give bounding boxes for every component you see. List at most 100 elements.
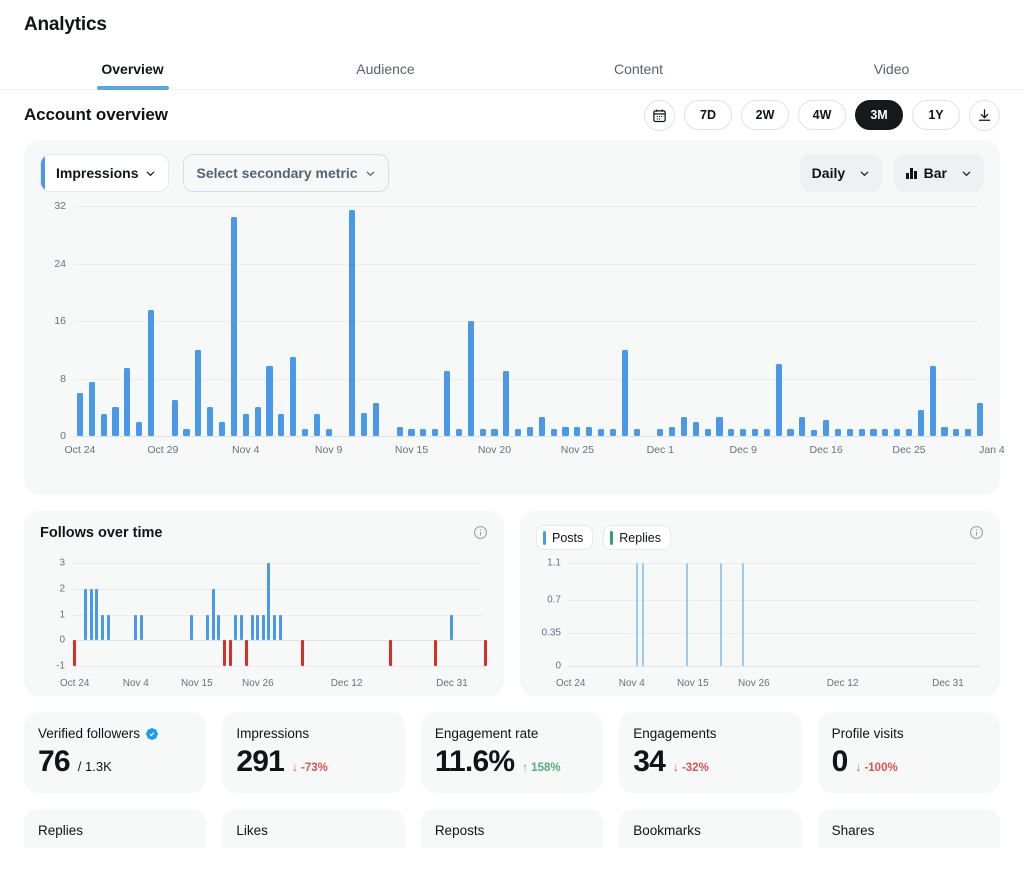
bar — [953, 428, 960, 436]
primary-metric-label: Impressions — [56, 165, 139, 181]
bar — [325, 428, 332, 436]
bar — [261, 614, 265, 641]
bar — [846, 428, 853, 436]
metric-label-text: Engagement rate — [434, 726, 539, 741]
y-axis-tick: 0 — [60, 430, 66, 442]
range-4w-button[interactable]: 4W — [798, 100, 846, 130]
bar — [300, 640, 304, 666]
x-axis-tick: Nov 15 — [676, 678, 709, 689]
metric-label-text: Impressions — [236, 726, 310, 741]
x-axis-tick: Nov 26 — [241, 678, 274, 689]
metric-card-label: Reposts — [435, 823, 589, 838]
x-axis-tick: Oct 24 — [64, 444, 96, 456]
tab-video[interactable]: Video — [765, 42, 1018, 90]
bar-series — [74, 206, 984, 436]
bar — [278, 614, 282, 641]
bar — [234, 614, 238, 641]
bar — [389, 640, 393, 666]
bar — [112, 407, 119, 436]
legend-swatch — [610, 530, 614, 545]
x-axis-tick: Nov 15 — [180, 678, 213, 689]
bar — [228, 640, 232, 666]
metric-card[interactable]: Shares — [817, 809, 1000, 848]
range-7d-button[interactable]: 7D — [684, 100, 732, 130]
bar — [515, 428, 522, 436]
calendar-icon[interactable] — [644, 99, 675, 131]
bar — [361, 413, 368, 436]
bar — [483, 640, 487, 666]
bar — [680, 417, 688, 436]
date-range-group: 7D 2W 4W 3M 1Y — [644, 99, 1000, 131]
info-icon[interactable] — [473, 525, 488, 545]
bar — [267, 563, 271, 641]
bar — [189, 614, 193, 641]
legend-label: Posts — [552, 530, 584, 545]
bar — [811, 429, 818, 436]
range-3m-button[interactable]: 3M — [855, 100, 903, 130]
metric-card-label: Likes — [236, 823, 390, 838]
metric-card-label: Verified followers — [38, 726, 192, 741]
gridline — [74, 436, 978, 437]
bar — [479, 428, 486, 436]
bar — [420, 428, 427, 436]
x-axis-tick: Dec 12 — [826, 678, 859, 689]
metric-card[interactable]: Bookmarks — [619, 809, 802, 848]
bar — [266, 365, 273, 436]
metric-card-label: Impressions — [236, 726, 390, 741]
metric-card[interactable]: Profile visits 0 ↓ -100% — [817, 712, 1001, 793]
granularity-label: Daily — [811, 165, 846, 181]
metric-card-delta: ↓ -100% — [855, 762, 898, 774]
metric-card-value-row: 34 ↓ -32% — [633, 747, 787, 777]
bar — [633, 428, 640, 436]
legend-posts[interactable]: Posts — [536, 525, 594, 550]
analytics-page: Analytics Overview Audience Content Video A… — [0, 0, 1024, 874]
metric-card[interactable]: Engagements 34 ↓ -32% — [619, 712, 802, 793]
metric-card-value: 291 — [236, 745, 285, 778]
metric-card[interactable]: Impressions 291 ↓ -73% — [222, 712, 405, 793]
tab-content[interactable]: Content — [512, 42, 765, 90]
metric-card[interactable]: Replies — [24, 809, 207, 848]
gridline — [72, 563, 484, 564]
legend-replies[interactable]: Replies — [603, 525, 671, 550]
download-icon[interactable] — [969, 99, 1000, 131]
impressions-plot: 0 8 16 24 32 Oct 24 Oct 29 Nov 4 Nov 9 Nov 15 Nov… — [40, 198, 1004, 468]
x-axis-tick: Nov 26 — [737, 678, 770, 689]
metric-card[interactable]: Likes — [222, 809, 405, 848]
metric-card[interactable]: Engagement rate 11.6% ↑ 158% — [420, 712, 604, 793]
metric-card[interactable]: Reposts — [420, 809, 604, 848]
bar — [965, 428, 972, 436]
metric-label-text: Replies — [38, 823, 84, 838]
metric-card-label: Shares — [832, 823, 986, 838]
bar — [882, 428, 889, 436]
info-icon[interactable] — [969, 525, 984, 545]
y-axis-tick: 0.35 — [541, 627, 561, 639]
metric-card[interactable]: Verified followers 76 / 1.3K — [24, 712, 207, 793]
metric-card-sub: / 1.3K — [77, 759, 112, 774]
metric-cards-row: Verified followers 76 / 1.3K Impressions 291… — [24, 712, 1001, 793]
metric-card-value: 76 — [38, 745, 71, 778]
bar — [526, 426, 534, 436]
secondary-metric-dropdown[interactable]: Select secondary metric — [183, 154, 389, 192]
bar — [171, 400, 178, 436]
posts-replies-card: Posts Replies 0 0.35 0.7 1.1 Oct 24 Nov 4 Nov … — [520, 511, 1000, 696]
range-1y-button[interactable]: 1Y — [912, 100, 960, 130]
tab-overview[interactable]: Overview — [6, 42, 259, 90]
granularity-dropdown[interactable]: Daily — [799, 154, 883, 192]
range-2w-button[interactable]: 2W — [741, 100, 789, 130]
tab-audience[interactable]: Audience — [259, 42, 512, 90]
x-axis-tick: Jan 4 — [979, 444, 1005, 456]
chevron-down-icon — [145, 168, 156, 179]
bar — [250, 614, 254, 641]
bar — [450, 614, 454, 641]
bar — [834, 428, 842, 436]
primary-metric-dropdown[interactable]: Impressions — [40, 154, 170, 192]
y-axis-tick: 0 — [555, 660, 561, 672]
bar — [870, 428, 877, 436]
primary-metric-accent — [41, 155, 45, 191]
bar — [787, 428, 794, 436]
chart-type-dropdown[interactable]: Bar — [894, 154, 984, 192]
x-axis-tick: Dec 31 — [932, 678, 964, 689]
bar — [195, 349, 202, 436]
y-axis-tick: 2 — [59, 583, 65, 595]
bar — [396, 426, 403, 436]
